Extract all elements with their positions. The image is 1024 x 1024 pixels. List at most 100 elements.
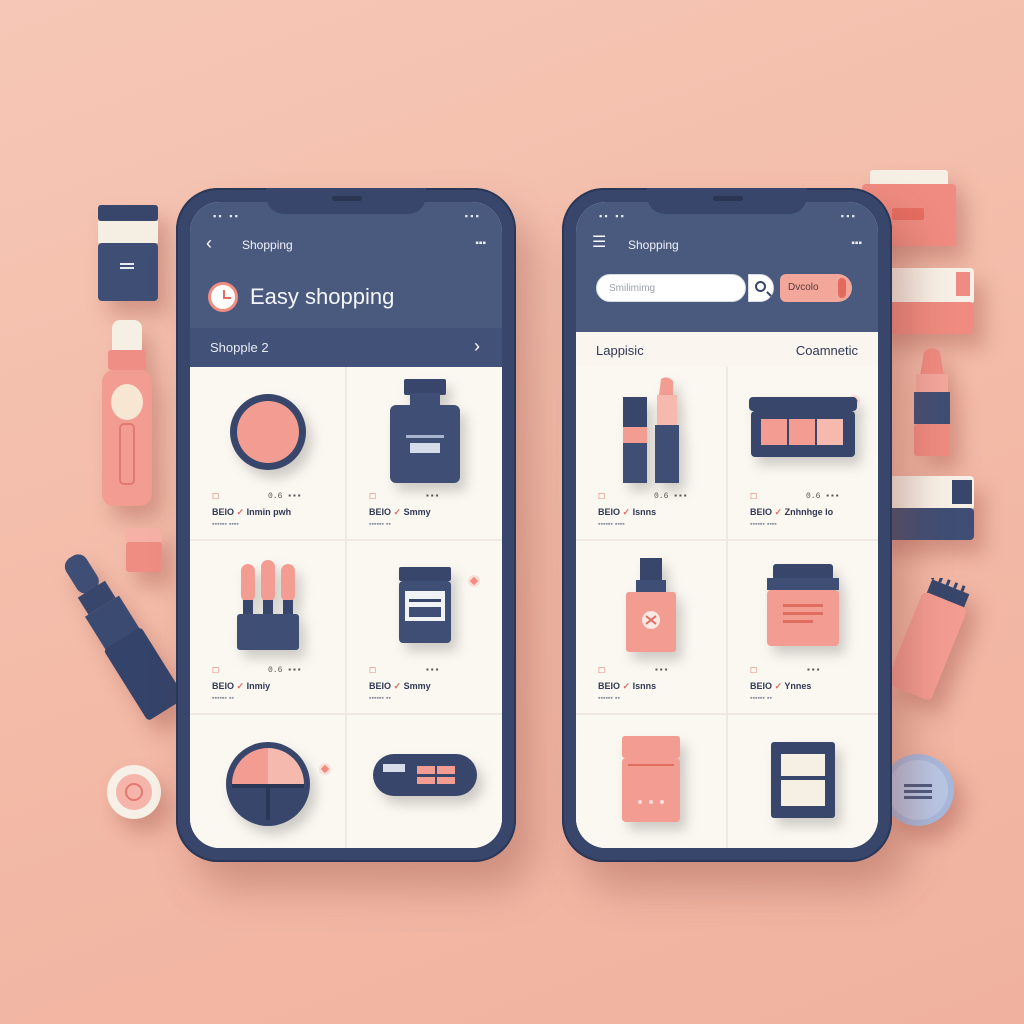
product-card[interactable]: ☐ ▪▪▪ BEIO ✓ Smmy ▪▪▪▪▪▪ ▪▪ [347, 367, 502, 539]
product-card[interactable]: ☐ ▪▪▪ BEIO ✓ Ynnes ▪▪▪▪▪▪ ▪▪ [728, 541, 878, 713]
search-row: Smilimimg Dvcolo [596, 274, 858, 304]
product-subtitle: ▪▪▪▪▪▪ ▪▪▪▪ [212, 521, 239, 528]
product-name: BEIO ✓ Inmin pwh [212, 507, 292, 517]
product-subtitle: ▪▪▪▪▪▪ ▪▪▪▪ [598, 521, 625, 528]
product-name: BEIO ✓ Inmiy [212, 681, 271, 691]
sparkle-icon [468, 575, 480, 587]
product-name: BEIO ✓ Smmy [369, 507, 431, 517]
eyeshadow-palette-icon [749, 397, 857, 458]
foundation-bottle-icon [622, 736, 680, 823]
product-name: BEIO ✓ Ynnes [750, 681, 812, 691]
product-price: ☐ [212, 666, 220, 675]
status-bar: ▪▪ ▪▪ ▪▪▪ [212, 212, 480, 226]
chevron-left-icon[interactable]: ‹ [206, 234, 226, 254]
app-header: ▪▪ ▪▪ ▪▪▪ ☰ Shopping ▪▪▪ Smilimimg Dvcol… [576, 202, 878, 332]
section-bar[interactable]: Shopple 2 › [190, 328, 502, 367]
status-time: ▪▪ ▪▪ [598, 212, 626, 222]
product-price: ☐ [750, 666, 758, 675]
product-price: ☐ [598, 492, 606, 501]
hamburger-menu-icon[interactable]: ☰ [592, 234, 612, 254]
product-card[interactable]: ☐ 0.6 ▪▪▪ BEIO ✓ Isnns ▪▪▪▪▪▪ ▪▪▪▪ [576, 367, 726, 539]
tube-jar-icon [398, 567, 451, 644]
phone-notch [647, 188, 807, 214]
roll-on-bottle-icon [98, 320, 156, 510]
square-compact-icon [771, 742, 835, 819]
product-subtitle: ▪▪▪▪▪▪ ▪▪ [598, 695, 620, 702]
lipstick-pair-icon [623, 377, 679, 484]
category-bar: Lappisic Coamnetic [576, 332, 878, 367]
page-title: Shopping [242, 238, 293, 252]
blush-palette-icon [372, 754, 477, 797]
product-price: ☐ [369, 492, 377, 501]
serum-bottle-icon [626, 558, 676, 653]
product-code: 0.6 ▪▪▪ [806, 492, 840, 501]
status-time: ▪▪ ▪▪ [212, 212, 240, 222]
product-subtitle: ▪▪▪▪▪▪ ▪▪▪▪ [750, 521, 777, 528]
product-card[interactable]: ☐ 0.6 ▪▪▪ BEIO ✓ Inmiy ▪▪▪▪▪▪ ▪▪ [190, 541, 345, 713]
cart-button[interactable]: ▪▪▪ [475, 238, 486, 249]
product-code: 0.6 ▪▪▪ [268, 492, 302, 501]
product-grid: ☐ 0.6 ▪▪▪ BEIO ✓ Inmin pwh ▪▪▪▪▪▪ ▪▪▪▪ ☐… [190, 367, 502, 848]
chip-indicator [838, 278, 846, 298]
product-code: ▪▪▪ [806, 666, 821, 675]
search-input[interactable]: Smilimimg [596, 274, 746, 302]
left-phone-screen: ▪▪ ▪▪ ▪▪▪ ‹ Shopping ▪▪▪ Easy shopping S… [190, 202, 502, 848]
hero-title: Easy shopping [250, 284, 395, 309]
product-card[interactable] [576, 715, 726, 848]
product-code: 0.6 ▪▪▪ [268, 666, 302, 675]
cart-button[interactable]: ▪▪▪ [851, 238, 862, 249]
section-label: Shopple 2 [210, 340, 269, 355]
cream-jar-icon [767, 564, 839, 647]
jar-bottle-icon [389, 379, 460, 484]
concealer-tube-icon [96, 205, 160, 303]
search-button[interactable] [748, 274, 774, 302]
clock-icon [208, 282, 238, 312]
lip-balm-icon [910, 346, 954, 458]
product-price: ☐ [750, 492, 758, 501]
product-card[interactable]: ☐ 0.6 ▪▪▪ BEIO ✓ Znhnhge lo ▪▪▪▪▪▪ ▪▪▪▪ [728, 367, 878, 539]
phone-notch [266, 188, 426, 214]
product-card[interactable]: ☐ ▪▪▪ BEIO ✓ Isnns ▪▪▪▪▪▪ ▪▪ [576, 541, 726, 713]
left-phone: ▪▪ ▪▪ ▪▪▪ ‹ Shopping ▪▪▪ Easy shopping S… [176, 188, 516, 862]
product-name: BEIO ✓ Smmy [369, 681, 431, 691]
product-subtitle: ▪▪▪▪▪▪ ▪▪ [750, 695, 772, 702]
compact-powder-icon [229, 394, 306, 471]
round-jar-icon [106, 764, 162, 820]
status-bar: ▪▪ ▪▪ ▪▪▪ [598, 212, 856, 226]
product-subtitle: ▪▪▪▪▪▪ ▪▪ [369, 521, 391, 528]
lipstick-icon [60, 535, 184, 735]
category-tab[interactable]: Coamnetic [796, 343, 858, 358]
product-subtitle: ▪▪▪▪▪▪ ▪▪ [212, 695, 234, 702]
product-name: BEIO ✓ Isnns [598, 507, 657, 517]
page-title: Shopping [628, 238, 679, 252]
product-card[interactable] [728, 715, 878, 848]
product-card[interactable]: ☐ 0.6 ▪▪▪ BEIO ✓ Inmin pwh ▪▪▪▪▪▪ ▪▪▪▪ [190, 367, 345, 539]
chevron-right-icon[interactable]: › [474, 336, 480, 357]
palette-compact-icon [225, 741, 310, 826]
product-card[interactable] [347, 715, 502, 848]
status-indicators: ▪▪▪ [839, 212, 856, 222]
category-tab[interactable]: Lappisic [596, 343, 644, 358]
product-subtitle: ▪▪▪▪▪▪ ▪▪ [369, 695, 391, 702]
product-name: BEIO ✓ Znhnhge lo [750, 507, 834, 517]
brush-set-icon [236, 560, 299, 651]
sparkle-icon [319, 763, 331, 775]
right-phone: ▪▪ ▪▪ ▪▪▪ ☰ Shopping ▪▪▪ Smilimimg Dvcol… [562, 188, 892, 862]
product-code: ▪▪▪ [425, 666, 440, 675]
right-phone-screen: ▪▪ ▪▪ ▪▪▪ ☰ Shopping ▪▪▪ Smilimimg Dvcol… [576, 202, 878, 848]
product-code: ▪▪▪ [425, 492, 440, 501]
product-grid: ☐ 0.6 ▪▪▪ BEIO ✓ Isnns ▪▪▪▪▪▪ ▪▪▪▪ ☐ 0.6… [576, 367, 878, 848]
product-price: ☐ [212, 492, 220, 501]
product-code: ▪▪▪ [654, 666, 669, 675]
filter-chip[interactable]: Dvcolo [780, 274, 852, 302]
magnifier-icon [755, 281, 766, 292]
top-bar: ‹ Shopping ▪▪▪ [206, 232, 486, 260]
product-price: ☐ [598, 666, 606, 675]
status-indicators: ▪▪▪ [463, 212, 480, 222]
product-price: ☐ [369, 666, 377, 675]
product-card[interactable] [190, 715, 345, 848]
app-header: ▪▪ ▪▪ ▪▪▪ ‹ Shopping ▪▪▪ Easy shopping S… [190, 202, 502, 367]
product-name: BEIO ✓ Isnns [598, 681, 657, 691]
top-bar: ☰ Shopping ▪▪▪ [592, 232, 862, 260]
product-card[interactable]: ☐ ▪▪▪ BEIO ✓ Smmy ▪▪▪▪▪▪ ▪▪ [347, 541, 502, 713]
